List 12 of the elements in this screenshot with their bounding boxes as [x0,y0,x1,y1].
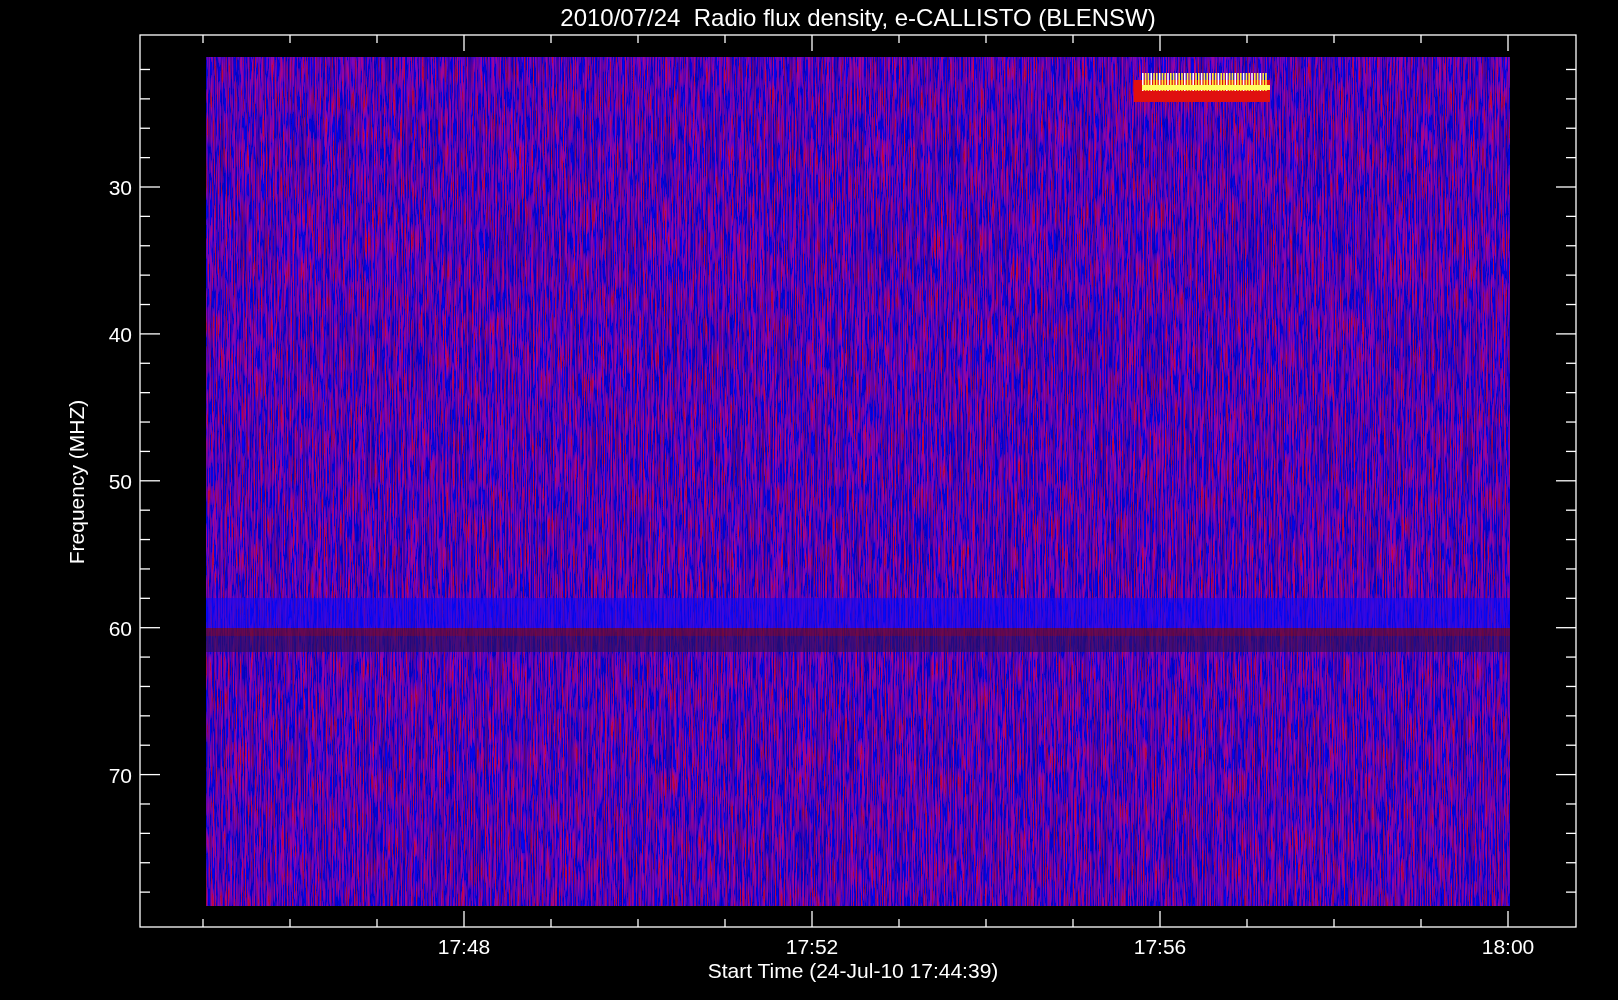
x-tick-label: 17:56 [1133,935,1187,958]
x-tick-label: 17:52 [785,935,839,958]
y-axis-label: Frequency (MHZ) [65,399,88,565]
x-tick-label: 17:48 [437,935,491,958]
x-axis-label: Start Time (24-Jul-10 17:44:39) [707,959,999,982]
y-tick-label: 60 [108,616,132,640]
y-tick-label: 40 [108,322,132,346]
y-tick-label: 30 [108,176,132,199]
y-tick-label: 70 [108,763,132,787]
chart-title: 2010/07/24 Radio flux density, e-CALLISTO (BLENSW) [560,4,1156,31]
y-tick-label: 50 [108,469,132,493]
x-tick-label: 18:00 [1481,935,1535,958]
